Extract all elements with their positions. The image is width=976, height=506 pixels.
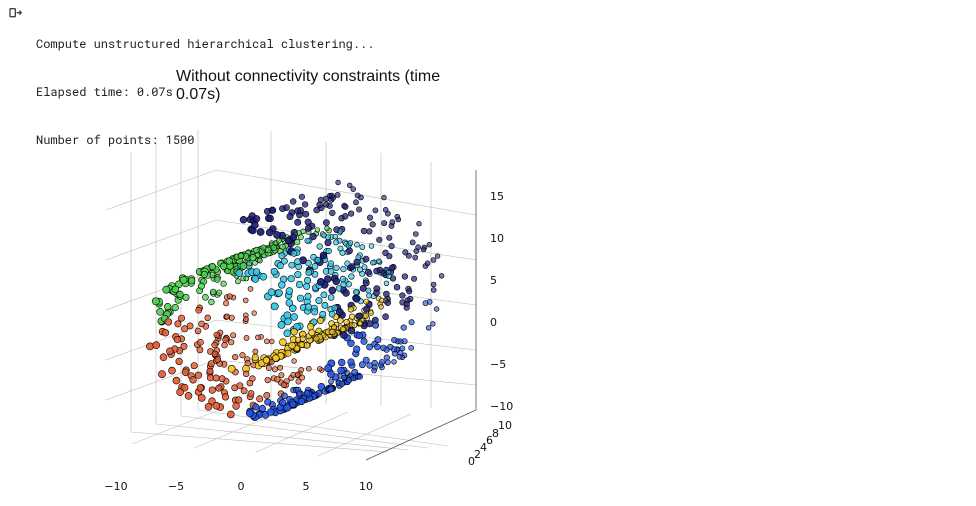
svg-text:10: 10 xyxy=(498,419,512,432)
svg-text:5: 5 xyxy=(490,274,497,287)
y-ticks: 0 2 4 6 8 10 xyxy=(468,419,512,468)
svg-text:−10: −10 xyxy=(104,480,127,493)
svg-text:10: 10 xyxy=(490,232,504,245)
z-axis xyxy=(366,170,476,460)
matplotlib-figure: Without connectivity constraints (time 0… xyxy=(36,60,596,500)
svg-text:0: 0 xyxy=(490,316,497,329)
svg-text:−5: −5 xyxy=(490,358,506,371)
output-icon xyxy=(8,6,24,27)
svg-text:0: 0 xyxy=(238,480,245,493)
x-ticks: −10 −5 0 5 10 xyxy=(104,480,373,493)
svg-text:5: 5 xyxy=(303,480,310,493)
cell-output: Compute unstructured hierarchical cluste… xyxy=(0,0,976,506)
z-ticks: −10 −5 0 5 10 15 xyxy=(490,190,513,413)
svg-text:10: 10 xyxy=(359,480,373,493)
scatter-3d-plot: −10 −5 0 5 10 0 2 4 6 8 10 −10 −5 0 5 xyxy=(36,60,596,500)
stdout-line: Compute unstructured hierarchical cluste… xyxy=(36,36,374,52)
svg-text:−5: −5 xyxy=(168,480,184,493)
svg-text:−10: −10 xyxy=(490,400,513,413)
svg-text:15: 15 xyxy=(490,190,504,203)
scatter-points xyxy=(146,180,444,421)
